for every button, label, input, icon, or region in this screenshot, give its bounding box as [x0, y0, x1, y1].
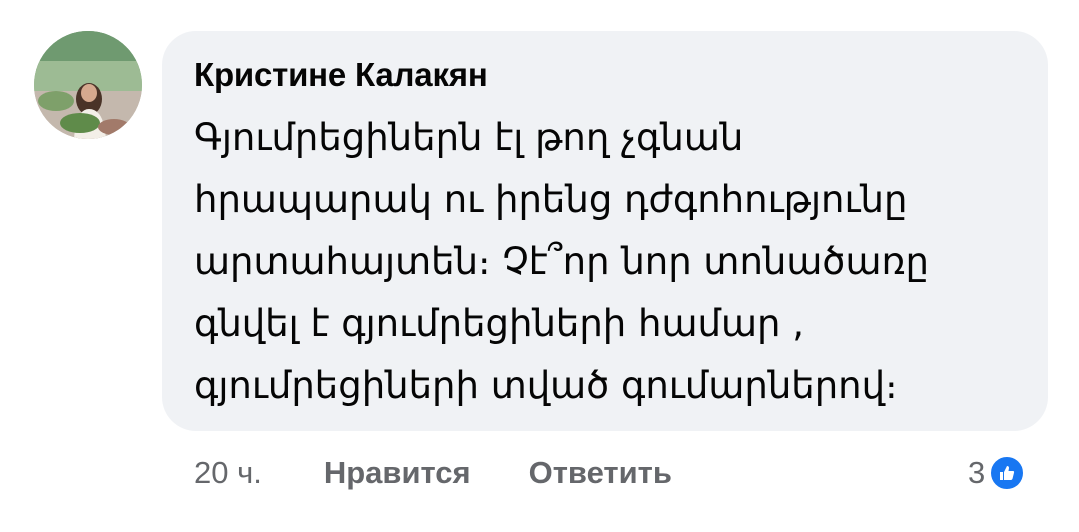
- avatar-photo: [34, 31, 142, 139]
- comment-text-line: Գյումրեցիներն էլ թող չգնան: [194, 116, 744, 159]
- comment-text-line: արտահայտեն։ Չէ՞որ նոր տոնածառը: [194, 240, 929, 283]
- reaction-count: 3: [968, 455, 986, 490]
- reply-button[interactable]: Ответить: [529, 455, 672, 491]
- comment-text-line: գնվել է գյումրեցիների համար ,: [194, 302, 804, 345]
- thumbs-up-glyph: [1000, 466, 1015, 480]
- like-button[interactable]: Нравится: [324, 455, 471, 491]
- reaction-summary[interactable]: 3: [968, 449, 1026, 497]
- comment-text-line: գյումրեցիների տված գումարներով։: [194, 364, 898, 407]
- avatar[interactable]: [34, 31, 142, 139]
- comment-bubble: Кристине Калакян Գյումրեցիներն էլ թող չգ…: [162, 31, 1048, 431]
- comment-container: Кристине Калакян Գյումրեցիներն էլ թող չգ…: [0, 0, 1079, 532]
- comment-author[interactable]: Кристине Калакян: [194, 51, 1020, 99]
- thumbs-up-icon: [989, 455, 1026, 491]
- comment-text: Գյումրեցիներն էլ թող չգնան հրապարակ ու ի…: [194, 107, 1020, 417]
- comment-actions: 20 ч. Нравится Ответить: [194, 449, 672, 497]
- comment-timestamp[interactable]: 20 ч.: [194, 455, 262, 491]
- comment-text-line: հրապարակ ու իրենց դժգոհությունը: [194, 178, 908, 221]
